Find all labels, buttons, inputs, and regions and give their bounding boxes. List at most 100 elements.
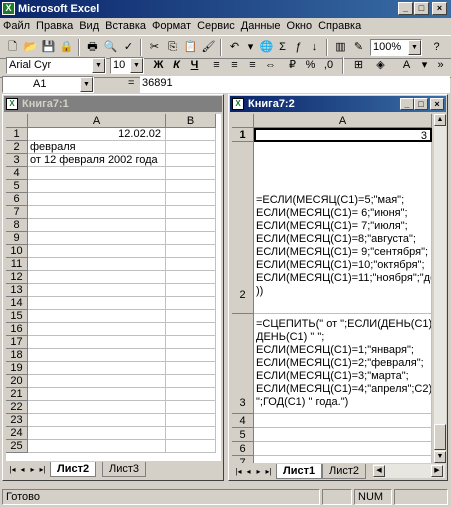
menu-format[interactable]: Формат: [149, 18, 194, 35]
grid-cell[interactable]: [28, 245, 166, 258]
workbook-1-titlebar[interactable]: X Книга7:1: [4, 96, 222, 112]
zoom-dropdown-icon[interactable]: ▼: [408, 40, 421, 55]
grid-cell[interactable]: [166, 388, 216, 401]
increase-decimal-icon[interactable]: ,0: [320, 57, 337, 74]
scroll-thumb[interactable]: [434, 424, 446, 450]
maximize-button[interactable]: □: [414, 2, 429, 15]
grid-cell[interactable]: [28, 271, 166, 284]
row-header[interactable]: 7: [232, 456, 254, 463]
grid-cell[interactable]: [28, 284, 166, 297]
underline-button[interactable]: Ч: [186, 57, 203, 74]
horizontal-scrollbar[interactable]: ◀ ▶: [373, 464, 445, 478]
grid-cell[interactable]: [28, 297, 166, 310]
grid-cell[interactable]: [28, 310, 166, 323]
grid-cell[interactable]: [166, 349, 216, 362]
row-header[interactable]: 12: [6, 271, 28, 284]
font-color-dropdown-icon[interactable]: ▾: [416, 57, 433, 74]
grid-cell[interactable]: [166, 284, 216, 297]
grid-cell[interactable]: [254, 442, 432, 456]
prev-sheet-icon[interactable]: ◂: [244, 465, 253, 478]
column-header-a[interactable]: A: [28, 114, 166, 128]
grid-cell[interactable]: [166, 141, 216, 154]
grid-cell[interactable]: [28, 388, 166, 401]
grid-cell[interactable]: [166, 323, 216, 336]
grid-cell[interactable]: [166, 206, 216, 219]
row-header[interactable]: 6: [232, 442, 254, 456]
grid-cell[interactable]: [166, 297, 216, 310]
minimize-button[interactable]: _: [398, 2, 413, 15]
grid-cell[interactable]: [166, 167, 216, 180]
grid-cell[interactable]: [28, 349, 166, 362]
row-header[interactable]: 18: [6, 349, 28, 362]
cell-a3[interactable]: от 12 февраля 2002 года: [28, 154, 166, 167]
first-sheet-icon[interactable]: |◂: [8, 463, 17, 476]
workbook-maximize-button[interactable]: □: [414, 98, 428, 110]
menu-view[interactable]: Вид: [76, 18, 102, 35]
grid-cell[interactable]: [28, 206, 166, 219]
row-header-2[interactable]: 2: [232, 142, 254, 314]
select-all-corner[interactable]: [6, 114, 28, 128]
row-header[interactable]: 25: [6, 440, 28, 453]
grid-cell[interactable]: [28, 219, 166, 232]
bold-button[interactable]: Ж: [150, 57, 167, 74]
grid-cell[interactable]: [166, 232, 216, 245]
grid-cell[interactable]: [166, 310, 216, 323]
row-header[interactable]: 23: [6, 414, 28, 427]
row-header-3[interactable]: 3: [232, 314, 254, 414]
row-header[interactable]: 5: [6, 180, 28, 193]
select-all-corner[interactable]: [232, 114, 254, 128]
name-box-dropdown-icon[interactable]: ▼: [80, 77, 93, 92]
row-header[interactable]: 9: [6, 232, 28, 245]
prev-sheet-icon[interactable]: ◂: [18, 463, 27, 476]
fill-color-icon[interactable]: ◈: [372, 57, 389, 74]
sheet-tab-list2[interactable]: Лист2: [50, 462, 97, 477]
row-header[interactable]: 7: [6, 206, 28, 219]
grid-cell[interactable]: [28, 180, 166, 193]
workbook-2-titlebar[interactable]: X Книга7:2 _ □ ×: [230, 96, 446, 112]
name-box[interactable]: A1 ▼: [2, 76, 94, 93]
close-button[interactable]: ×: [432, 2, 447, 15]
toolbar-options-icon[interactable]: »: [432, 57, 449, 74]
column-header-b[interactable]: B: [166, 114, 216, 128]
grid-cell[interactable]: [166, 245, 216, 258]
font-color-icon[interactable]: A: [398, 57, 415, 74]
row-header-1[interactable]: 1: [232, 128, 254, 142]
grid-cell[interactable]: [254, 414, 432, 428]
cell-a3[interactable]: =СЦЕПИТЬ(" от ";ЕСЛИ(ДЕНЬ(C1)<9; ДЕНЬ(C1)…: [254, 314, 432, 414]
grid-cell[interactable]: [28, 401, 166, 414]
grid-cell[interactable]: [166, 401, 216, 414]
workbook-minimize-button[interactable]: _: [400, 98, 414, 110]
grid-cell[interactable]: [254, 456, 432, 463]
grid-cell[interactable]: [166, 180, 216, 193]
row-header[interactable]: 16: [6, 323, 28, 336]
row-header[interactable]: 3: [6, 154, 28, 167]
cell-a2[interactable]: февраля: [28, 141, 166, 154]
merge-center-icon[interactable]: ⇔: [262, 57, 279, 74]
grid-cell[interactable]: [28, 323, 166, 336]
grid-cell[interactable]: [28, 362, 166, 375]
menu-file[interactable]: Файл: [0, 18, 33, 35]
grid-cell[interactable]: [166, 427, 216, 440]
worksheet-grid-2[interactable]: A 1 3 2 =ЕСЛИ(МЕСЯЦ(C1)=5;"мая"; ЕСЛИ(МЕС…: [232, 114, 432, 463]
align-center-icon[interactable]: ≡: [226, 57, 243, 74]
grid-cell[interactable]: [166, 154, 216, 167]
grid-cell[interactable]: [28, 440, 166, 453]
row-header[interactable]: 10: [6, 245, 28, 258]
italic-button[interactable]: К: [168, 57, 185, 74]
grid-cell[interactable]: [28, 232, 166, 245]
row-header[interactable]: 4: [6, 167, 28, 180]
font-name-combo[interactable]: Arial Cyr ▼: [6, 57, 106, 74]
first-sheet-icon[interactable]: |◂: [234, 465, 243, 478]
scroll-down-icon[interactable]: ▼: [434, 451, 446, 463]
cell-a1[interactable]: 3: [254, 128, 432, 142]
workbook-window-2[interactable]: X Книга7:2 _ □ × A 1 3 2 =ЕСЛИ(МЕСЯЦ(C1)…: [228, 94, 448, 481]
row-header[interactable]: 4: [232, 414, 254, 428]
row-header[interactable]: 8: [6, 219, 28, 232]
align-left-icon[interactable]: ≡: [208, 57, 225, 74]
grid-cell[interactable]: [166, 128, 216, 141]
row-header[interactable]: 22: [6, 401, 28, 414]
row-header[interactable]: 13: [6, 284, 28, 297]
grid-cell[interactable]: [166, 440, 216, 453]
sheet-tab-list2[interactable]: Лист2: [322, 464, 367, 479]
grid-cell[interactable]: [166, 219, 216, 232]
